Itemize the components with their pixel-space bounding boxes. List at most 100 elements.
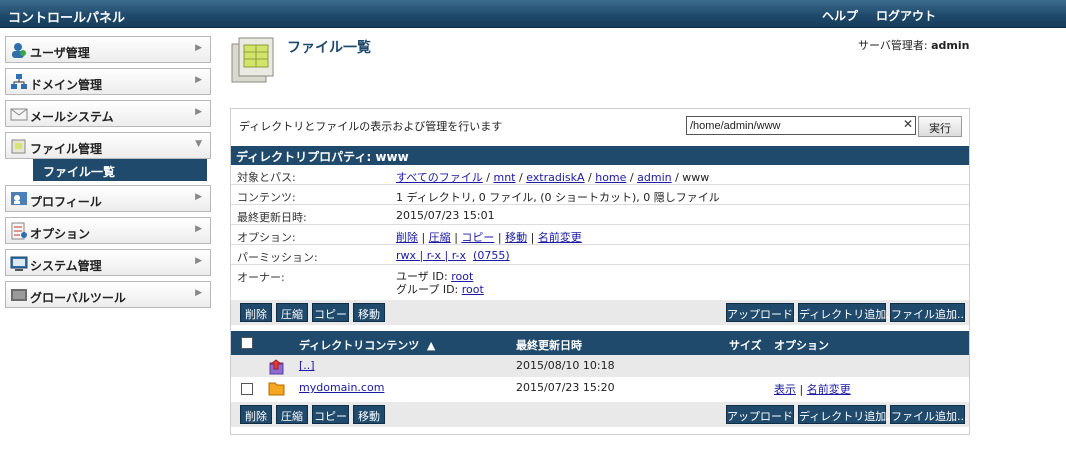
modified-value: 2015/07/23 15:01	[396, 209, 495, 222]
permission-octal-link[interactable]: (0755)	[473, 249, 510, 262]
copy-link[interactable]: コピー	[461, 231, 494, 244]
app-title: コントロールパネル	[8, 11, 126, 26]
move-button[interactable]: 移動	[353, 303, 385, 322]
copy-button[interactable]: コピー	[312, 405, 349, 424]
domain-icon	[11, 74, 27, 89]
prop-row-modified: 最終更新日時: 2015/07/23 15:01	[231, 205, 969, 225]
help-link[interactable]: ヘルプ	[822, 7, 858, 24]
sidebar-item-label: ユーザ管理	[30, 46, 90, 60]
col-size-label[interactable]: サイズ	[729, 337, 762, 353]
copy-button[interactable]: コピー	[312, 303, 349, 322]
breadcrumb-link[interactable]: home	[595, 171, 626, 184]
delete-button[interactable]: 削除	[240, 405, 272, 424]
prop-label: パーミッション:	[237, 251, 318, 264]
breadcrumb-link[interactable]: すべてのファイル	[396, 171, 483, 184]
file-manager-icon	[231, 37, 274, 83]
path-breadcrumb: すべてのファイル / mnt / extradiskA / home / adm…	[396, 171, 710, 184]
row-options: 表示 | 名前変更	[774, 383, 851, 396]
user-icon	[12, 43, 26, 58]
permission-value: rwx | r-x | r-x (0755)	[396, 249, 510, 262]
upload-button[interactable]: アップロード...	[726, 303, 804, 322]
col-modified-label[interactable]: 最終更新日時	[516, 337, 582, 353]
server-admin: サーバ管理者: admin	[858, 37, 969, 53]
row-modified: 2015/08/10 10:18	[516, 359, 615, 372]
sidebar-item-label: グローバルツール	[30, 291, 126, 305]
tools-icon	[11, 289, 27, 301]
breadcrumb-link[interactable]: admin	[637, 171, 671, 184]
sidebar-item-files[interactable]: ファイル管理 ▼	[5, 132, 211, 159]
sidebar-item-profile[interactable]: プロフィール ▶	[5, 185, 211, 212]
sidebar-item-label: オプション	[30, 227, 91, 241]
chevron-right-icon: ▶	[195, 107, 202, 117]
sidebar: ユーザ管理 ▶ ドメイン管理 ▶ メールシステム ▶ ファイル管理 ▼ ファイル…	[5, 36, 211, 313]
parent-directory-link[interactable]: [..]	[299, 359, 315, 372]
compress-button[interactable]: 圧縮	[276, 405, 308, 424]
sidebar-item-domains[interactable]: ドメイン管理 ▶	[5, 68, 211, 95]
add-directory-button[interactable]: ディレクトリ追加...	[798, 405, 897, 424]
run-button[interactable]: 実行	[918, 116, 962, 137]
chevron-right-icon: ▶	[195, 75, 202, 85]
view-link[interactable]: 表示	[774, 383, 796, 396]
sidebar-item-system[interactable]: システム管理 ▶	[5, 249, 211, 276]
path-input[interactable]	[686, 116, 916, 135]
row-modified: 2015/07/23 15:20	[516, 381, 615, 394]
rename-link[interactable]: 名前変更	[538, 231, 582, 244]
row-checkbox[interactable]	[241, 383, 253, 395]
options-links: 削除 | 圧縮 | コピー | 移動 | 名前変更	[396, 231, 582, 244]
add-directory-button[interactable]: ディレクトリ追加...	[798, 303, 897, 322]
move-link[interactable]: 移動	[505, 231, 527, 244]
chevron-down-icon: ▼	[195, 139, 202, 149]
delete-link[interactable]: 削除	[396, 231, 418, 244]
list-header: ディレクトリコンテンツ ▲ 最終更新日時 サイズ オプション	[231, 331, 969, 355]
prop-row-permission: パーミッション: rwx | r-x | r-x (0755)	[231, 245, 969, 265]
sidebar-item-label: プロフィール	[30, 195, 102, 209]
action-bar-bottom: 削除 圧縮 コピー 移動 アップロード... ディレクトリ追加... ファイル追…	[231, 402, 969, 427]
sidebar-item-users[interactable]: ユーザ管理 ▶	[5, 36, 211, 63]
owner-group-link[interactable]: root	[462, 283, 484, 296]
add-file-button[interactable]: ファイル追加...	[890, 303, 968, 322]
chevron-right-icon: ▶	[195, 224, 202, 234]
move-button[interactable]: 移動	[353, 405, 385, 424]
directory-properties-header: ディレクトリプロパティ: www	[231, 146, 969, 165]
sidebar-item-global-tools[interactable]: グローバルツール ▶	[5, 281, 211, 308]
breadcrumb-link[interactable]: extradiskA	[526, 171, 584, 184]
owner-group-label: グループ ID:	[396, 283, 459, 296]
prop-label: 最終更新日時:	[237, 211, 307, 224]
page-title: ファイル一覧	[287, 40, 371, 56]
upload-button[interactable]: アップロード...	[726, 405, 804, 424]
permission-link[interactable]: rwx | r-x | r-x	[396, 249, 466, 262]
sidebar-subitem-file-list[interactable]: ファイル一覧	[33, 159, 207, 181]
sort-contents-header[interactable]: ディレクトリコンテンツ ▲	[299, 337, 435, 353]
list-row-parent: [..] 2015/08/10 10:18	[231, 355, 969, 377]
list-row-directory: mydomain.com 2015/07/23 15:20 表示 | 名前変更	[231, 377, 969, 399]
options-icon	[11, 222, 27, 240]
action-bar-top: 削除 圧縮 コピー 移動 アップロード... ディレクトリ追加... ファイル追…	[231, 300, 969, 325]
sidebar-item-mail[interactable]: メールシステム ▶	[5, 100, 211, 127]
prop-label: 対象とパス:	[237, 171, 296, 184]
sidebar-item-label: ファイル管理	[30, 142, 103, 156]
server-admin-user: admin	[931, 39, 970, 52]
add-file-button[interactable]: ファイル追加...	[890, 405, 968, 424]
compress-button[interactable]: 圧縮	[276, 303, 308, 322]
parent-directory-icon	[269, 359, 284, 375]
prop-label: コンテンツ:	[237, 191, 296, 204]
delete-button[interactable]: 削除	[240, 303, 272, 322]
col-contents-label: ディレクトリコンテンツ	[299, 339, 420, 352]
prop-label: オーナー:	[237, 271, 285, 284]
prop-row-options: オプション: 削除 | 圧縮 | コピー | 移動 | 名前変更	[231, 225, 969, 245]
system-icon	[10, 256, 28, 271]
rename-link[interactable]: 名前変更	[807, 383, 851, 396]
compress-link[interactable]: 圧縮	[429, 231, 451, 244]
select-all-checkbox[interactable]	[241, 337, 253, 349]
server-admin-label: サーバ管理者:	[858, 39, 928, 52]
mail-icon	[10, 108, 28, 121]
logout-link[interactable]: ログアウト	[876, 7, 936, 24]
breadcrumb-current: www	[682, 171, 710, 184]
folder-icon	[268, 382, 285, 396]
owner-group: グループ ID: root	[396, 281, 484, 297]
breadcrumb-link[interactable]: mnt	[494, 171, 516, 184]
directory-link[interactable]: mydomain.com	[299, 381, 384, 394]
clear-icon[interactable]: ✕	[903, 117, 913, 131]
prop-label: オプション:	[237, 231, 296, 244]
sidebar-item-options[interactable]: オプション ▶	[5, 217, 211, 244]
